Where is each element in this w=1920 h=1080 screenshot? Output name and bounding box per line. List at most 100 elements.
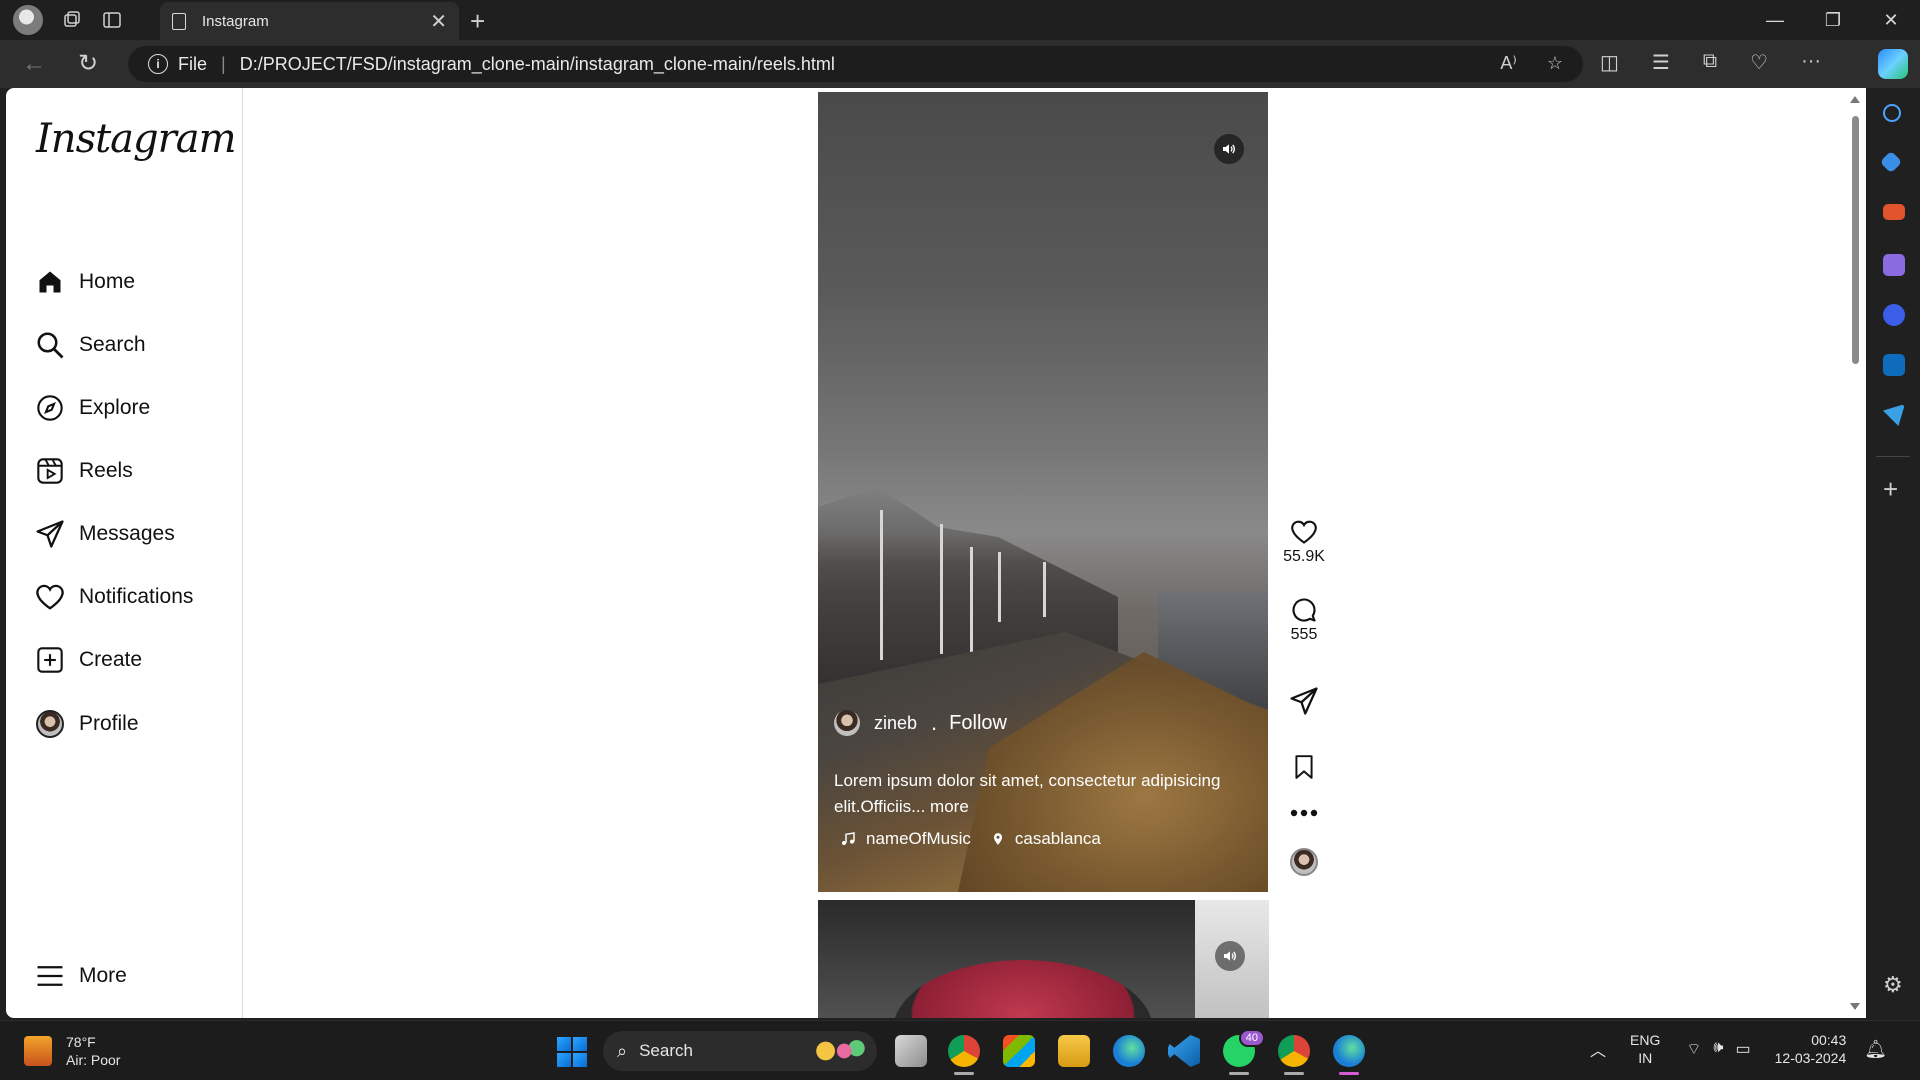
minimize-icon[interactable]: — <box>1746 0 1804 40</box>
chrome-profile-icon[interactable] <box>1278 1035 1310 1075</box>
split-screen-icon[interactable]: ◫ <box>1600 50 1619 75</box>
close-window-icon[interactable]: ✕ <box>1862 0 1920 40</box>
shopping-tag-icon[interactable] <box>1879 150 1903 174</box>
reel-video-next[interactable] <box>818 900 1269 1018</box>
microsoft-365-icon[interactable] <box>1883 304 1905 326</box>
bookmark-icon[interactable] <box>1291 752 1317 782</box>
nav-item-explore[interactable]: Explore <box>34 388 150 428</box>
file-explorer-icon[interactable] <box>1058 1035 1090 1067</box>
browser-toolbar: ◫ ☰ ⧉ ♡ ··· <box>1600 50 1821 75</box>
games-icon[interactable] <box>1883 254 1905 276</box>
volume-button[interactable] <box>1215 941 1245 971</box>
add-sidebar-app-icon[interactable]: + <box>1883 476 1898 502</box>
favorites-icon[interactable]: ☰ <box>1652 50 1670 75</box>
scroll-up-arrow-icon[interactable] <box>1850 96 1860 103</box>
heart-icon[interactable] <box>1289 518 1319 546</box>
nav-item-create[interactable]: Create <box>34 640 142 680</box>
avatar[interactable] <box>834 710 860 736</box>
task-view-icon[interactable] <box>895 1035 927 1067</box>
reel-caption[interactable]: Lorem ipsum dolor sit amet, consectetur … <box>834 768 1254 820</box>
like-action[interactable]: 55.9K <box>1274 518 1334 566</box>
copilot-icon[interactable] <box>1878 49 1908 79</box>
location-pin-icon <box>991 830 1005 848</box>
browser-tab-bar: Instagram ✕ + — ❐ ✕ <box>0 0 1920 40</box>
reel-video[interactable]: zineb . Follow Lorem ipsum dolor sit ame… <box>818 92 1268 892</box>
avatar[interactable] <box>1290 848 1318 876</box>
input-language[interactable]: ENG IN <box>1630 1031 1660 1067</box>
share-action[interactable] <box>1274 686 1334 716</box>
close-tab-icon[interactable]: ✕ <box>430 9 447 34</box>
nav-item-home[interactable]: Home <box>34 262 135 302</box>
chrome-icon[interactable] <box>948 1035 980 1075</box>
back-arrow-icon[interactable]: ← <box>22 50 46 78</box>
notification-bell-icon[interactable]: 🔔︎ <box>1864 1039 1887 1060</box>
page-viewport: Instagram Home Search Explore Reels Mess… <box>6 88 1866 1018</box>
quick-settings[interactable]: ⌔ 🕪 ▭ <box>1686 1039 1750 1059</box>
whatsapp-icon[interactable]: 40 <box>1223 1029 1265 1075</box>
scroll-down-arrow-icon[interactable] <box>1850 1003 1860 1010</box>
browser-tab-active[interactable]: Instagram ✕ <box>160 2 459 40</box>
more-options-action[interactable] <box>1274 808 1334 818</box>
scrollbar-thumb[interactable] <box>1852 116 1859 364</box>
drop-send-icon[interactable] <box>1883 404 1905 426</box>
read-aloud-icon[interactable]: A⁾ <box>1500 53 1516 74</box>
browser-essentials-icon[interactable]: ♡ <box>1750 50 1768 75</box>
edge-active-icon[interactable] <box>1333 1035 1365 1075</box>
vertical-tabs-icon[interactable] <box>101 9 123 31</box>
comment-action[interactable]: 555 <box>1274 596 1334 644</box>
url-field[interactable]: i File | D:/PROJECT/FSD/instagram_clone-… <box>128 46 1583 82</box>
reload-icon[interactable]: ↻ <box>78 49 98 78</box>
windows-start-icon[interactable] <box>557 1037 587 1067</box>
comment-count: 555 <box>1290 626 1318 643</box>
clock-time: 00:43 <box>1811 1032 1847 1048</box>
location-name[interactable]: casablanca <box>1015 829 1101 849</box>
restore-icon[interactable]: ❐ <box>1804 0 1862 40</box>
workspaces-icon[interactable] <box>61 9 83 31</box>
page-scrollbar[interactable] <box>1844 88 1866 1018</box>
microsoft-store-icon[interactable] <box>1003 1035 1035 1067</box>
nav-item-search[interactable]: Search <box>34 325 146 365</box>
collections-icon[interactable]: ⧉ <box>1703 50 1717 75</box>
reel-username[interactable]: zineb <box>874 713 917 734</box>
tools-briefcase-icon[interactable] <box>1883 204 1905 220</box>
compass-icon <box>34 392 66 424</box>
vscode-icon[interactable] <box>1168 1035 1200 1067</box>
battery-icon: ▭ <box>1735 1041 1751 1058</box>
url-text[interactable]: D:/PROJECT/FSD/instagram_clone-main/inst… <box>240 54 835 75</box>
reel-author: zineb . Follow <box>834 710 1007 736</box>
instagram-logo[interactable]: Instagram <box>36 116 237 162</box>
sidebar-settings-gear-icon[interactable]: ⚙ <box>1883 972 1903 998</box>
search-sidebar-icon[interactable] <box>1883 104 1901 122</box>
music-note-icon <box>840 830 856 848</box>
weather-widget[interactable]: 78°F Air: Poor <box>24 1033 120 1069</box>
sidebar-divider <box>1876 456 1910 457</box>
clock[interactable]: 00:43 12-03-2024 <box>1775 1031 1847 1067</box>
windows-taskbar: 78°F Air: Poor ⌕ Search 40 ︿ ENG IN ⌔ 🕪 … <box>0 1020 1920 1080</box>
nav-item-messages[interactable]: Messages <box>34 514 175 554</box>
follow-button[interactable]: Follow <box>949 712 1007 735</box>
nav-item-label: More <box>79 964 127 987</box>
audio-source-action[interactable] <box>1274 848 1334 876</box>
edge-icon[interactable] <box>1113 1035 1145 1067</box>
tab-title: Instagram <box>202 12 269 30</box>
chevron-up-icon[interactable]: ︿ <box>1590 1037 1606 1061</box>
nav-item-more[interactable]: More <box>34 956 127 996</box>
comment-icon[interactable] <box>1290 596 1318 624</box>
whatsapp-badge: 40 <box>1238 1029 1265 1047</box>
nav-item-reels[interactable]: Reels <box>34 451 133 491</box>
favorite-star-icon[interactable]: ☆ <box>1547 53 1563 74</box>
outlook-icon[interactable] <box>1883 354 1905 376</box>
send-icon[interactable] <box>1289 686 1319 716</box>
new-tab-button[interactable]: + <box>470 6 485 37</box>
music-name[interactable]: nameOfMusic <box>866 829 971 849</box>
site-info-icon[interactable]: i <box>148 54 168 74</box>
ellipsis-icon[interactable] <box>1289 808 1319 818</box>
settings-more-icon[interactable]: ··· <box>1801 50 1821 75</box>
nav-item-profile[interactable]: Profile <box>34 704 139 744</box>
menu-hamburger-icon <box>34 960 66 992</box>
taskbar-search[interactable]: ⌕ Search <box>603 1031 877 1071</box>
browser-profile-avatar[interactable] <box>13 5 43 35</box>
volume-button[interactable] <box>1214 134 1244 164</box>
save-action[interactable] <box>1274 752 1334 782</box>
nav-item-notifications[interactable]: Notifications <box>34 577 193 617</box>
